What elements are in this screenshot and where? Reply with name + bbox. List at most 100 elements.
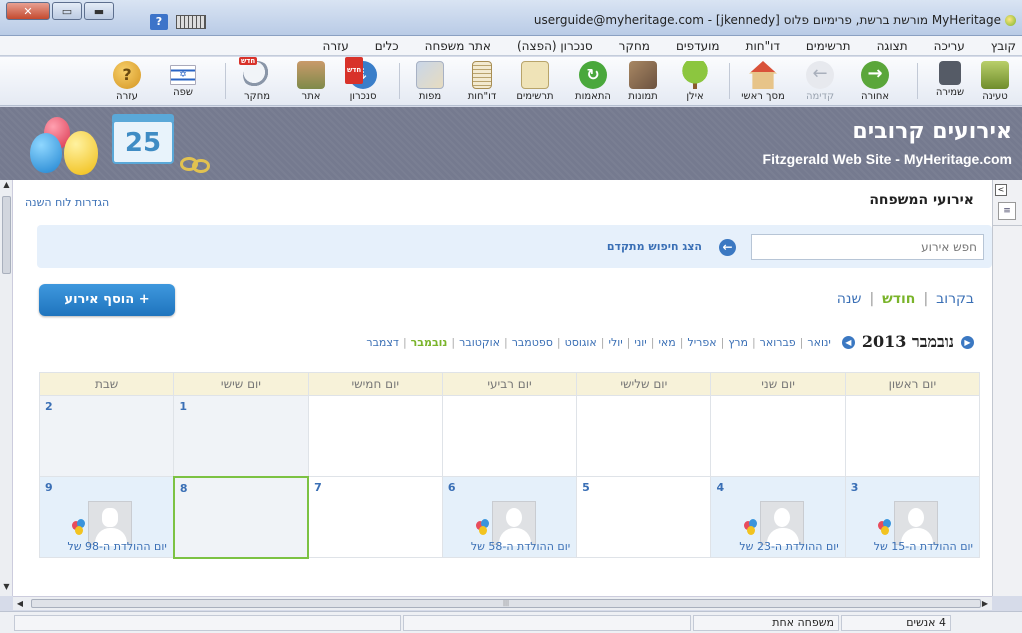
menu-edit[interactable]: עריכה [934,39,965,53]
event-search-input[interactable] [751,234,984,260]
view-upcoming-link[interactable]: בקרוב [936,291,974,307]
banner-subtitle: Fitzgerald Web Site - MyHeritage.com [762,151,1012,167]
month-link-may[interactable]: מאי [654,336,679,349]
calendar-settings-link[interactable]: הגדרות לוח השנה [25,196,109,209]
keyboard-icon[interactable] [176,15,206,29]
horizontal-scrollbar[interactable]: ◀ ||| ▶ [13,596,992,610]
calendar-today-cell[interactable]: 8 [172,475,310,559]
month-link-august[interactable]: אוגוסט [561,336,601,349]
toolbar-research-button[interactable]: חדש מחקר [230,57,284,103]
month-link-february[interactable]: פברואר [756,336,800,349]
month-calendar: יום ראשון יום שני יום שלישי יום רביעי יו… [38,372,981,559]
month-link-april[interactable]: אפריל [683,336,720,349]
family-site-icon [297,61,325,89]
people-list-icon[interactable]: ≡ [998,202,1016,220]
toolbar-site-button[interactable]: אתר [284,59,338,103]
toolbar-help-button[interactable]: ? עזרה [100,59,154,103]
add-event-button[interactable]: + הוסף אירוע [39,284,175,316]
menu-help[interactable]: עזרה [323,39,349,53]
menu-research[interactable]: מחקר [619,39,650,53]
event-label[interactable]: יום ההולדת ה-58 של [471,540,570,553]
toolbar-save-button[interactable]: שמירה [923,59,977,103]
person-photo-placeholder[interactable] [88,501,133,546]
calendar-day-cell[interactable]: 2 [38,395,175,477]
calendar-empty-cell [844,395,981,477]
menu-file[interactable]: קובץ [991,39,1016,53]
toolbar-forward-button[interactable]: ← קדימה [793,59,847,103]
calendar-empty-cell [307,395,443,477]
event-label[interactable]: יום ההולדת ה-23 של [739,540,838,553]
calendar-day-cell[interactable]: 5 [576,476,712,558]
toolbar-site-label: אתר [301,91,321,102]
view-month-link[interactable]: חודש [882,291,915,307]
toolbar-maps-button[interactable]: מפות [403,59,457,103]
help-icon[interactable]: ? [150,14,168,30]
scroll-thumb[interactable] [2,196,11,274]
menu-charts[interactable]: תרשימים [806,39,851,53]
scroll-left-arrow-icon[interactable]: ◀ [13,597,27,610]
toolbar-sync-label: סנכרון [349,91,377,102]
month-link-july[interactable]: יולי [605,336,627,349]
toolbar-reports-label: דו"חות [467,91,497,102]
toolbar-load-label: טעינה [982,91,1008,102]
menu-sync[interactable]: סנכרון (הפצה) [517,39,593,53]
person-photo-placeholder[interactable] [894,501,939,546]
event-label[interactable]: יום ההולדת ה-15 של [874,540,973,553]
scroll-thumb[interactable]: ||| [31,599,981,608]
month-link-november[interactable]: נובמבר [407,336,452,349]
maximize-window-button[interactable]: ▭ [52,2,82,20]
month-link-september[interactable]: ספטמבר [508,336,557,349]
next-month-arrow-icon[interactable]: ◀ [841,335,855,349]
menu-reports[interactable]: דו"חות [746,39,780,53]
month-link-january[interactable]: ינואר [803,336,834,349]
toolbar-maps-label: מפות [418,91,442,102]
toolbar-home-button[interactable]: מסך ראשי [736,59,790,103]
advanced-search-link[interactable]: הצג חיפוש מתקדם [607,240,702,253]
toolbar-language-button[interactable]: ✡ שפה [156,59,210,103]
calendar-empty-cell [710,395,846,477]
vertical-scrollbar[interactable]: ▲ ▼ [0,180,13,596]
scroll-down-arrow-icon[interactable]: ▼ [0,582,13,596]
toolbar-charts-label: תרשימים [516,91,554,102]
calendar-day-cell[interactable]: 3 יום ההולדת ה-15 של [844,476,981,558]
calendar-day-cell[interactable]: 1 [173,395,309,477]
menu-view[interactable]: תצוגה [877,39,908,53]
toolbar-photos-button[interactable]: תמונות [616,59,670,103]
month-link-march[interactable]: מרץ [724,336,752,349]
menu-family-site[interactable]: אתר משפחה [425,39,491,53]
toolbar-separator [729,63,730,99]
person-photo-placeholder[interactable] [491,501,536,546]
toolbar-matches-button[interactable]: ↻ התאמות [566,59,620,103]
calendar-week-row: 3 יום ההולדת ה-15 של 4 יום ההולדת ה-23 ש… [38,475,981,559]
calendar-day-cell[interactable]: 9 יום ההולדת ה-98 של [38,476,175,558]
view-separator: | [923,291,929,307]
birthday-balloons-icon [744,519,760,539]
day-number: 1 [179,400,187,413]
close-window-button[interactable]: ✕ [6,2,50,20]
menu-tools[interactable]: כלים [375,39,399,53]
calendar-day-cell[interactable]: 4 יום ההולדת ה-23 של [710,476,846,558]
collapse-panel-button[interactable]: < [995,184,1007,196]
scroll-up-arrow-icon[interactable]: ▲ [0,180,13,194]
month-link-october[interactable]: אוקטובר [455,336,504,349]
calendar-day-cell[interactable]: 7 [307,476,443,558]
toolbar-tree-button[interactable]: אילן [668,59,722,103]
toolbar-back-button[interactable]: → אחורה [848,59,902,103]
toolbar-reports-button[interactable]: דו"חות [455,59,509,103]
menu-bookmarks[interactable]: מועדפים [676,39,720,53]
previous-month-arrow-icon[interactable]: ▶ [961,335,974,349]
reports-icon [472,61,492,89]
month-link-june[interactable]: יוני [630,336,650,349]
home-icon [749,61,777,89]
toolbar-charts-button[interactable]: תרשימים [508,59,562,103]
search-go-icon[interactable]: ← [719,239,736,256]
calendar-day-cell[interactable]: 6 יום ההולדת ה-58 של [441,476,578,558]
scroll-right-arrow-icon[interactable]: ▶ [978,597,992,610]
view-switcher: בקרוב | חודש | שנה [837,291,974,307]
event-label[interactable]: יום ההולדת ה-98 של [68,540,167,553]
toolbar-sync-button[interactable]: ⇣חדש סנכרון [336,57,390,103]
minimize-window-button[interactable]: ▬ [84,2,114,20]
view-year-link[interactable]: שנה [837,291,862,307]
person-photo-placeholder[interactable] [760,501,805,546]
month-link-december[interactable]: דצמבר [362,336,403,349]
